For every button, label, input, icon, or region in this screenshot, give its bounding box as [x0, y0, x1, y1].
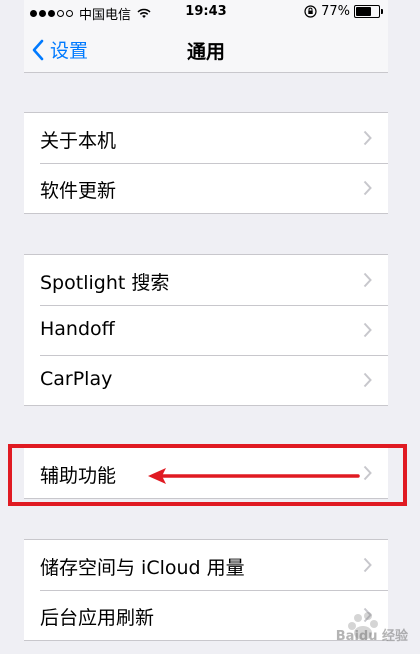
settings-group-about: 关于本机 软件更新 — [24, 112, 388, 214]
page-title: 通用 — [186, 41, 225, 63]
settings-item-label: 软件更新 — [40, 180, 117, 202]
settings-item-accessibility[interactable]: 辅助功能 — [24, 448, 388, 498]
settings-item-label: 后台应用刷新 — [40, 607, 155, 629]
chevron-right-icon — [363, 557, 372, 573]
settings-item-carplay[interactable]: CarPlay — [24, 355, 388, 405]
battery-fill — [356, 7, 372, 16]
settings-item-storage-icloud[interactable]: 储存空间与 iCloud 用量 — [24, 540, 388, 590]
chevron-right-icon — [363, 130, 372, 146]
battery-cap — [381, 9, 383, 14]
settings-group-accessibility: 辅助功能 — [24, 447, 388, 499]
baidu-watermark-text: Baidu 经验 — [335, 629, 408, 644]
navigation-bar: 设置 通用 — [24, 26, 388, 73]
status-bar: 中国电信 19:43 77% — [24, 0, 388, 26]
settings-item-label: Handoff — [40, 318, 115, 340]
chevron-right-icon — [363, 322, 372, 338]
settings-group-features: Spotlight 搜索 Handoff CarPlay — [24, 254, 388, 406]
settings-item-label: Spotlight 搜索 — [40, 272, 170, 294]
status-right: 77% — [304, 4, 383, 19]
settings-item-label: 辅助功能 — [40, 465, 117, 487]
chevron-right-icon — [363, 180, 372, 196]
rotation-lock-icon — [304, 5, 317, 18]
settings-screen: 中国电信 19:43 77% 设置 通用 关于本机 软件更新 Spotlight… — [24, 0, 388, 654]
settings-item-spotlight[interactable]: Spotlight 搜索 — [24, 255, 388, 305]
settings-item-software-update[interactable]: 软件更新 — [24, 163, 388, 213]
settings-item-handoff[interactable]: Handoff — [24, 305, 388, 355]
chevron-right-icon — [363, 372, 372, 388]
chevron-right-icon — [363, 272, 372, 288]
settings-item-label: CarPlay — [40, 368, 113, 390]
settings-item-label: 关于本机 — [40, 130, 117, 152]
settings-item-about[interactable]: 关于本机 — [24, 113, 388, 163]
battery-icon — [354, 5, 383, 18]
settings-item-label: 储存空间与 iCloud 用量 — [40, 557, 245, 579]
chevron-right-icon — [363, 465, 372, 481]
battery-percent: 77% — [321, 4, 350, 19]
